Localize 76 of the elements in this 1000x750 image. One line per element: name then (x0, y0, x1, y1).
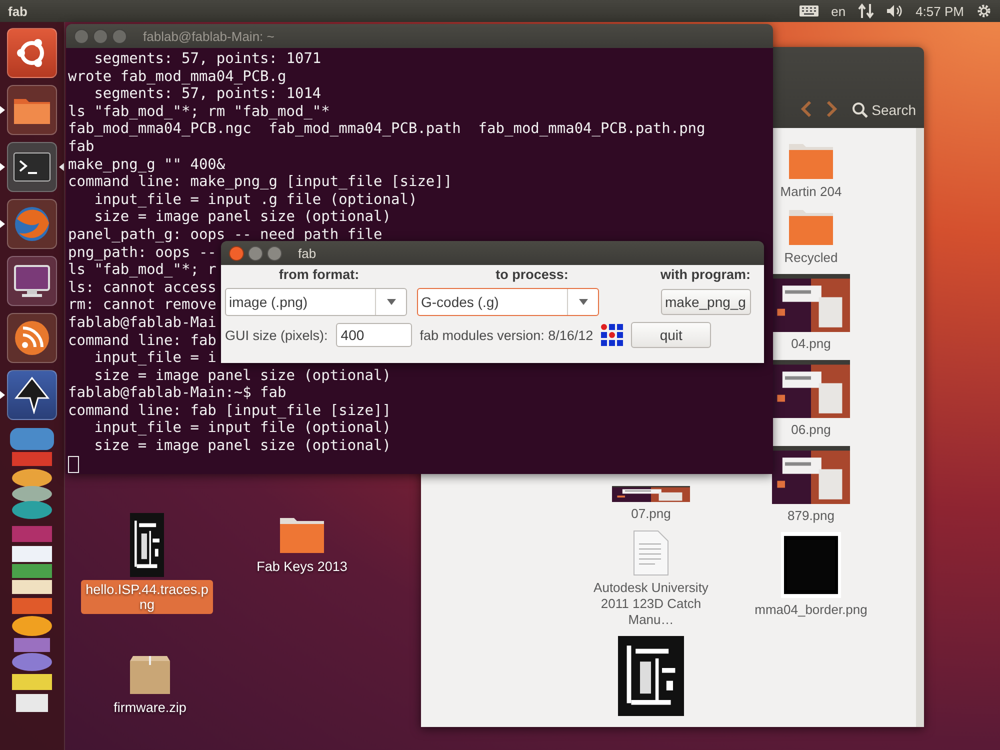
desktop-icon-label[interactable]: firmware.zip (110, 698, 190, 717)
forward-button[interactable] (826, 100, 838, 118)
terminal-line: wrote fab_mod_mma04_PCB.g (68, 68, 286, 86)
terminal-line: fab (68, 138, 94, 157)
network-icon[interactable] (858, 3, 874, 19)
close-button[interactable] (229, 246, 244, 260)
globe-icon (13, 205, 51, 243)
file-label[interactable]: 07.png (631, 506, 671, 522)
terminal-line: size = image panel size (optional) (93, 209, 392, 227)
terminal-line: ls "fab_mod_"*; rm "fab_mod_"* (68, 104, 330, 122)
terminal-line: command line: fab (68, 332, 216, 350)
feed-icon (14, 320, 50, 356)
terminal-line: segments: 57, points: 1014 (93, 86, 322, 104)
volume-icon[interactable] (886, 4, 904, 18)
document-icon (633, 530, 669, 576)
box-icon (129, 655, 171, 695)
pen-icon (14, 376, 50, 414)
file-label[interactable]: 04.png (791, 336, 831, 352)
clock[interactable]: 4:57 PM (916, 4, 964, 18)
terminal-line: fablab@fablab-Main:~$ fab (68, 385, 286, 403)
keyboard-icon[interactable] (799, 5, 820, 17)
file-label[interactable]: 06.png (791, 422, 831, 438)
terminal-line: input_file = input .g file (optional) (93, 192, 418, 210)
terminal-line: rm: cannot remove (68, 297, 216, 315)
monitor-icon (13, 264, 51, 298)
column-heading: with program: (660, 267, 752, 282)
app-name: fab (8, 4, 28, 18)
file-label[interactable]: 879.png (788, 508, 834, 524)
column-heading: from format: (278, 267, 360, 282)
terminal-line: png_path: oops -- (68, 244, 216, 262)
terminal-line: segments: 57, points: 1071 (93, 51, 322, 69)
version-text: fab modules version: 8/16/12 (420, 328, 594, 342)
keyboard-layout[interactable]: en (831, 4, 846, 18)
quit-button[interactable]: quit (631, 322, 712, 348)
terminal-line: make_png_g "" 400& (68, 156, 226, 174)
format-dropdown[interactable]: image (.png) (225, 288, 407, 316)
folder-icon (788, 208, 834, 246)
file-label[interactable]: Autodesk University 2011 123D Catch Manu… (587, 580, 715, 628)
terminal-line: command line: make_png_g [input_file [size]] (68, 174, 452, 192)
terminal-line: size = image panel size (optional) (93, 368, 392, 386)
terminal-line: command line: fab [input_file [size]] (68, 402, 392, 420)
gui-size-label: GUI size (pixels): (225, 328, 328, 342)
search-button[interactable]: Search (852, 102, 916, 118)
caret-icon (578, 299, 588, 305)
format-dropdown[interactable]: G-codes (.g) (417, 288, 599, 316)
desktop-icon-label[interactable]: Fab Keys 2013 (252, 557, 352, 576)
search-icon (852, 102, 868, 118)
terminal-line: size = image panel size (optional) (93, 438, 392, 456)
window-title: fablab@fablab-Main: ~ (143, 28, 274, 44)
window-title: fab (298, 246, 316, 260)
launcher-item[interactable] (7, 142, 57, 192)
file-label[interactable]: Recycled (784, 250, 838, 266)
folder-icon (279, 516, 325, 554)
launcher-item[interactable] (7, 313, 57, 363)
terminal-line: fab_mod_mma04_PCB.ngc fab_mod_mma04_PCB.path fab_mod_mma04_PCB.path.png (68, 121, 706, 139)
terminal-icon (13, 152, 51, 182)
back-button[interactable] (800, 100, 812, 118)
file-label[interactable]: Martin 204 (780, 184, 842, 200)
caret-icon (386, 299, 396, 305)
terminal-line: panel_path_g: oops -- need path file (68, 226, 382, 245)
program-button[interactable]: make_png_g (660, 289, 750, 315)
terminal-line: ls "fab_mod_"*; r (68, 262, 216, 280)
folder-icon (788, 142, 834, 180)
terminal-line: fablab@fablab-Mai (68, 314, 216, 332)
launcher-item[interactable] (7, 256, 57, 306)
column-heading: to process: (494, 267, 570, 282)
terminal-line: input_file = i (93, 350, 216, 368)
gear-icon[interactable] (976, 3, 992, 19)
maximize-button[interactable] (267, 246, 282, 260)
minimize-button[interactable] (248, 246, 263, 260)
file-label[interactable]: mma04_border.png (754, 602, 868, 618)
gui-size-field[interactable]: 400 (336, 323, 412, 347)
terminal-line: input_file = input file (optional) (93, 420, 392, 438)
grid-logo-icon (601, 324, 624, 346)
terminal-line: ls: cannot access (68, 280, 216, 298)
launcher-item[interactable] (7, 370, 57, 420)
